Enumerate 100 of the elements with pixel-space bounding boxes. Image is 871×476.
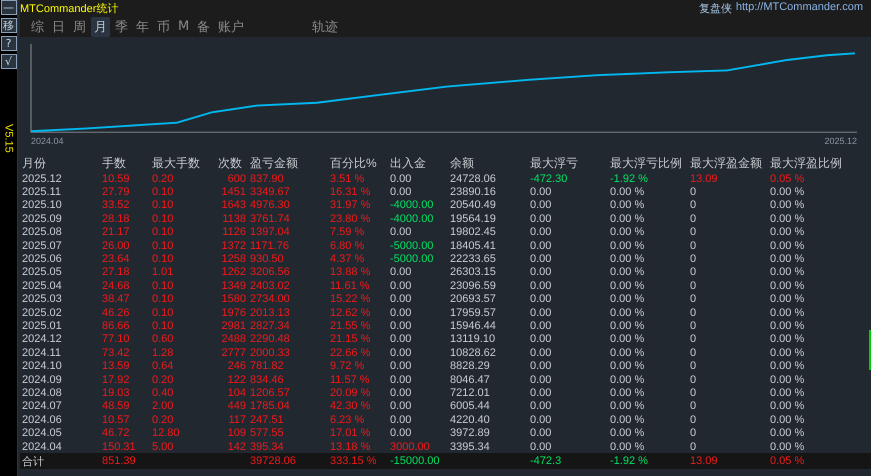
table-cell-text: 109 [226,427,247,440]
table-cell-text: 3000.00 [390,440,431,452]
table-cell-text: 0.00 [390,266,412,278]
table-cell-text: 0 [690,240,698,252]
sidebar-button[interactable]: √ [0,54,16,69]
column-header: 最大浮盈比例 [770,154,843,172]
tab[interactable]: 综 [28,16,47,36]
table-cell-text: 12.62 % [330,306,372,319]
table-cell-text: 2024.04 [22,440,63,452]
table-cell-text: 21.15 % [330,333,372,346]
table-cell-text: 13.88 % [330,266,372,278]
tab[interactable]: 备 [194,16,214,36]
table-cell-text: 0.40 [152,386,174,399]
table-cell-text: -4000.00 [390,199,434,212]
table-cell-text: 0.00 % [770,333,806,346]
table-cell-text: 0.20 [152,374,174,386]
table-cell-text: 1451 [220,186,247,198]
tab[interactable]: 账户 [215,16,248,36]
column-header: 最大浮盈金额 [690,154,763,172]
table-cell-text: 0.00 % [610,374,646,386]
table-cell-text: 0 [690,320,698,332]
table-cell-text: 0 [690,400,698,412]
tab[interactable]: 日 [49,16,68,36]
table-cell-text: 0.00 [530,306,552,319]
website-link[interactable]: http://MTCommander.com [736,0,863,16]
table-cell-text: 0 [690,360,698,372]
table-cell-text: 104 [226,386,247,399]
tab[interactable]: 周 [70,16,89,36]
table-cell-text: -1.92 % [610,455,649,468]
table-cell-text: 11.61 % [330,280,371,292]
table-cell-text: 1580 [220,293,247,306]
table-cell-text: 3395.34 [450,440,491,452]
table-cell-text: 1.01 [152,266,174,278]
table-cell-text: 8828.29 [450,360,491,372]
table-cell-text: 0.00 [530,226,552,238]
table-cell-text: 0.00 % [770,306,806,319]
table-cell-text: 0.00 [530,320,552,332]
table-cell-text: 0.00 [530,360,552,372]
table-cell-text: 2827.34 [250,320,291,332]
table-cell-text: 0.00 % [770,212,806,225]
table-cell-text: 2025.05 [22,266,63,278]
table-cell-text: 0.00 % [770,346,806,359]
table-cell-text: 0.00 [530,346,552,359]
table-cell-text: 3349.67 [250,186,291,198]
table-cell-text: 0.00 [530,266,552,278]
table-cell-text: 5.00 [152,440,174,452]
table-cell-text: 0.64 [152,360,174,372]
table-cell-text: 2024.11 [22,346,62,359]
sidebar-button[interactable]: ? [0,36,16,51]
tab[interactable]: 年 [133,16,152,36]
table-cell-text: 24.68 [102,280,131,292]
table-cell-text: 0 [690,293,698,306]
tab[interactable]: 月 [91,16,110,36]
table-cell-text: 4.37 % [330,253,366,266]
table-cell-text: 122 [226,374,247,386]
table-cell-text: 4220.40 [450,414,491,426]
table-cell-text: 0 [690,333,698,346]
table-cell-text: 9.72 % [330,360,366,372]
table-cell-text: 3206.56 [250,266,291,278]
table-cell-text: 13.09 [690,172,719,185]
table-cell-text: 20540.49 [450,199,497,212]
table-cell-text: 20693.57 [450,293,497,306]
table-cell-text: 0 [690,280,698,292]
table-cell-text: 0.00 % [770,280,806,292]
table-cell-text: 851.39 [102,455,137,468]
sidebar-button[interactable]: — [0,0,16,15]
table-cell-text: 0.00 [390,186,412,198]
table-cell-text: 0.10 [152,293,174,306]
table-cell-text: 3972.89 [450,427,491,440]
table-cell-text: 合计 [22,454,45,469]
table-cell-text: 23096.59 [450,280,497,292]
table-cell-text: 0.60 [152,333,174,346]
table-cell-text: 0.00 % [770,440,806,452]
table-cell-text: 2403.02 [250,280,291,292]
table-cell-text: 0.00 [530,240,552,252]
tab[interactable]: 轨迹 [309,16,342,36]
table-cell-text: 27.79 [102,186,131,198]
table-cell-text: 0 [690,427,698,440]
table-cell-text: 0 [690,386,698,399]
table-cell-text: -472.3 [530,455,562,468]
table-cell-text: 77.10 [102,333,131,346]
tab[interactable]: 币 [154,16,173,36]
table-cell-text: 837.90 [250,172,285,185]
table-cell-text: 0.00 % [610,240,646,252]
table-cell-text: 7.59 % [330,226,366,238]
table-cell-text: 0.05 % [770,455,806,468]
table-cell-text: 0.00 % [770,186,806,198]
table-cell-text: 2000.33 [250,346,291,359]
table-cell-text: 834.46 [250,374,285,386]
table-cell-text: 31.97 % [330,199,372,212]
table-cell-text: 1171.76 [250,240,290,252]
table-cell-text: 46.72 [102,427,131,440]
tab[interactable]: M [175,18,192,35]
table-cell-text: 0.00 [390,306,412,319]
tab[interactable]: 季 [112,16,131,36]
table-cell-text: 17.01 % [330,427,372,440]
table-cell-text: 930.50 [250,253,285,266]
sidebar-button[interactable]: 移 [0,18,16,33]
table-cell-text: 12.80 [152,427,181,440]
table-cell-text: 0.00 [390,386,412,399]
